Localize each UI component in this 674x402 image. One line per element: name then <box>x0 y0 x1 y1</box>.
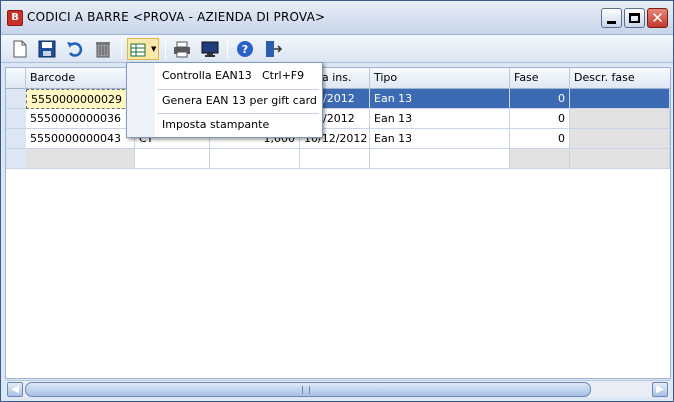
toolbar: ▼ ? <box>1 35 673 63</box>
grip-icon <box>302 386 310 394</box>
undo-icon <box>67 42 83 57</box>
delete-icon <box>96 42 110 58</box>
minimize-icon <box>607 21 616 24</box>
new-icon <box>13 40 27 58</box>
header-barcode[interactable]: Barcode <box>26 68 135 89</box>
menu-item-imposta-stampante[interactable]: Imposta stampante <box>128 114 321 136</box>
preview-button[interactable] <box>199 38 221 60</box>
row-header[interactable] <box>6 89 26 109</box>
row-header[interactable] <box>6 129 26 149</box>
menu-item-controlla-ean13[interactable]: Controlla EAN13 Ctrl+F9 <box>128 65 321 87</box>
close-button[interactable]: ✕ <box>647 8 668 28</box>
table-row-new[interactable] <box>6 149 670 169</box>
new-button[interactable] <box>9 38 31 60</box>
cell-fase[interactable] <box>510 149 570 169</box>
cell-descr-fase[interactable] <box>570 109 670 129</box>
cell-fase[interactable]: 0 <box>510 89 570 109</box>
exit-button[interactable] <box>262 38 284 60</box>
cell-descr-fase[interactable] <box>570 149 670 169</box>
row-header[interactable] <box>6 109 26 129</box>
print-button[interactable] <box>171 38 193 60</box>
horizontal-scrollbar[interactable]: ◀ ▶ <box>6 380 670 397</box>
svg-text:?: ? <box>242 43 248 56</box>
title-bar[interactable]: B CODICI A BARRE <PROVA - AZIENDA DI PRO… <box>1 1 673 35</box>
save-button[interactable] <box>36 38 58 60</box>
barcode-grid[interactable]: Barcode a ins. Tipo Fase Descr. fase 555… <box>5 67 671 379</box>
menu-item-genera-ean13[interactable]: Genera EAN 13 per gift card <box>128 90 321 112</box>
print-icon <box>174 41 190 58</box>
header-fase[interactable]: Fase <box>510 68 570 89</box>
cell-tipo[interactable]: Ean 13 <box>370 89 510 109</box>
toolbar-separator <box>165 39 166 59</box>
cell-barcode[interactable]: 5550000000036 <box>26 109 135 129</box>
table-row[interactable]: 5550000000029 2/2012 Ean 13 0 <box>6 89 670 109</box>
toolbar-separator <box>121 39 122 59</box>
maximize-button[interactable] <box>624 8 645 28</box>
help-icon: ? <box>237 41 253 57</box>
save-icon <box>38 40 56 58</box>
app-icon[interactable]: B <box>7 10 23 26</box>
delete-button[interactable] <box>92 38 114 60</box>
row-header[interactable] <box>6 149 26 169</box>
toolbar-separator <box>227 39 228 59</box>
window-title: CODICI A BARRE <PROVA - AZIENDA DI PROVA… <box>27 10 326 24</box>
cell-descr-fase[interactable] <box>570 89 670 109</box>
main-window: B CODICI A BARRE <PROVA - AZIENDA DI PRO… <box>0 0 674 402</box>
minimize-button[interactable] <box>601 8 622 28</box>
menu-item-shortcut: Ctrl+F9 <box>262 69 305 82</box>
chevron-down-icon: ▼ <box>151 45 157 53</box>
cell-tipo[interactable]: Ean 13 <box>370 109 510 129</box>
cell-barcode[interactable]: 5550000000029 <box>26 89 135 109</box>
exit-icon <box>266 41 283 57</box>
monitor-icon <box>201 41 219 57</box>
help-button[interactable]: ? <box>234 38 256 60</box>
close-icon: ✕ <box>651 9 664 27</box>
cell-barcode[interactable]: 5550000000043 <box>26 129 135 149</box>
table-row[interactable]: 5550000000043 CT 1,000 10/12/2012 Ean 13… <box>6 129 670 149</box>
cell-date[interactable] <box>300 149 370 169</box>
cell-col2[interactable] <box>135 149 210 169</box>
cell-barcode[interactable] <box>26 149 135 169</box>
functions-dropdown-button[interactable]: ▼ <box>127 38 159 60</box>
grid-header: Barcode a ins. Tipo Fase Descr. fase <box>6 68 670 89</box>
functions-menu: Controlla EAN13 Ctrl+F9 Genera EAN 13 pe… <box>126 62 323 138</box>
header-corner <box>6 68 26 89</box>
table-row[interactable]: 5550000000036 2/2012 Ean 13 0 <box>6 109 670 129</box>
cell-fase[interactable]: 0 <box>510 109 570 129</box>
cell-col3[interactable] <box>210 149 300 169</box>
menu-item-label: Genera EAN 13 per gift card <box>162 94 317 107</box>
header-tipo[interactable]: Tipo <box>370 68 510 89</box>
undo-button[interactable] <box>64 38 86 60</box>
menu-item-label: Controlla EAN13 <box>162 69 252 82</box>
cell-tipo[interactable]: Ean 13 <box>370 129 510 149</box>
scroll-thumb[interactable] <box>25 382 591 397</box>
scroll-right-button[interactable]: ▶ <box>652 382 668 397</box>
functions-icon <box>130 43 146 57</box>
cell-descr-fase[interactable] <box>570 129 670 149</box>
cell-fase[interactable]: 0 <box>510 129 570 149</box>
scroll-left-button[interactable]: ◀ <box>7 382 23 397</box>
menu-item-label: Imposta stampante <box>162 118 270 131</box>
cell-tipo[interactable] <box>370 149 510 169</box>
maximize-icon <box>629 13 640 23</box>
header-descr-fase[interactable]: Descr. fase <box>570 68 670 89</box>
